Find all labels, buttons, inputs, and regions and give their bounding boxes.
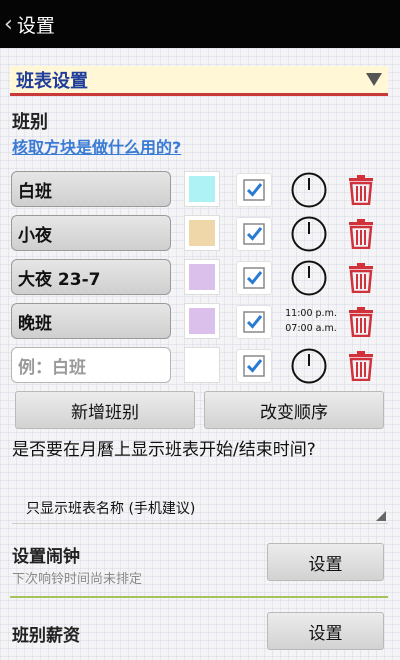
calendar-display-select[interactable]: 只显示班表名称 (手机建议) — [12, 494, 388, 524]
shift-color-swatch[interactable] — [184, 215, 220, 251]
color-fill — [189, 308, 215, 334]
spinner-label: 班表设置 — [16, 70, 88, 92]
calendar-display-value: 只显示班表名称 (手机建议) — [26, 501, 196, 517]
shift-row: 大夜 23-7 — [0, 259, 400, 297]
select-corner-icon — [376, 511, 386, 521]
delete-shift-icon[interactable] — [348, 219, 374, 250]
shift-start-time: 11:00 p.m. — [285, 308, 337, 319]
clock-icon[interactable] — [291, 216, 327, 252]
calendar-display-question: 是否要在月曆上显示班表开始/结束时间? — [12, 440, 316, 460]
section-divider — [10, 596, 388, 598]
color-fill — [189, 220, 215, 246]
shift-color-swatch[interactable] — [184, 347, 220, 383]
alarm-subtitle: 下次响铃时间尚未排定 — [12, 572, 143, 587]
shift-enabled-checkbox[interactable] — [236, 217, 272, 251]
add-shift-button[interactable]: 新增班别 — [15, 391, 195, 429]
shift-enabled-checkbox[interactable] — [236, 261, 272, 295]
shift-row: 白班 — [0, 171, 400, 209]
clock-icon[interactable] — [291, 260, 327, 296]
shift-color-swatch[interactable] — [184, 303, 220, 339]
shift-enabled-checkbox[interactable] — [236, 349, 272, 383]
delete-shift-icon[interactable] — [348, 351, 374, 382]
shift-color-swatch[interactable] — [184, 171, 220, 207]
checkbox-help-link[interactable]: 核取方块是做什么用的? — [12, 134, 181, 158]
clock-icon[interactable] — [291, 348, 327, 384]
delete-shift-icon[interactable] — [348, 307, 374, 338]
settings-category-spinner[interactable]: 班表设置 — [10, 66, 388, 96]
salary-title: 班别薪资 — [12, 626, 80, 646]
dropdown-arrow-icon — [366, 73, 382, 86]
delete-shift-icon[interactable] — [348, 263, 374, 294]
change-order-button[interactable]: 改变顺序 — [204, 391, 384, 429]
shift-color-swatch[interactable] — [184, 259, 220, 295]
shift-name-field[interactable]: 大夜 23-7 — [11, 259, 171, 295]
delete-shift-icon[interactable] — [348, 175, 374, 206]
shift-row: 晚班 11:00 p.m. 07:00 a.m. — [0, 303, 400, 341]
shift-name-field[interactable]: 例：白班 — [11, 347, 171, 383]
shift-row: 例：白班 — [0, 347, 400, 385]
color-fill — [189, 352, 215, 378]
color-fill — [189, 176, 215, 202]
alarm-set-button[interactable]: 设置 — [267, 543, 384, 581]
shift-row: 小夜 — [0, 215, 400, 253]
title-bar: ‹ 设置 — [0, 0, 400, 48]
shift-name-field[interactable]: 白班 — [11, 171, 171, 207]
color-fill — [189, 264, 215, 290]
back-icon[interactable]: ‹ — [4, 12, 13, 37]
section-title-shifts: 班别 — [12, 112, 48, 133]
shift-end-time: 07:00 a.m. — [285, 323, 337, 334]
shift-time-label[interactable]: 11:00 p.m. 07:00 a.m. — [283, 306, 339, 336]
shift-name-field[interactable]: 晚班 — [11, 303, 171, 339]
alarm-title: 设置闹钟 — [12, 547, 80, 567]
shift-enabled-checkbox[interactable] — [236, 305, 272, 339]
salary-set-button[interactable]: 设置 — [267, 612, 384, 650]
shift-name-field[interactable]: 小夜 — [11, 215, 171, 251]
clock-icon[interactable] — [291, 172, 327, 208]
shift-enabled-checkbox[interactable] — [236, 173, 272, 207]
page-title[interactable]: 设置 — [17, 11, 55, 38]
